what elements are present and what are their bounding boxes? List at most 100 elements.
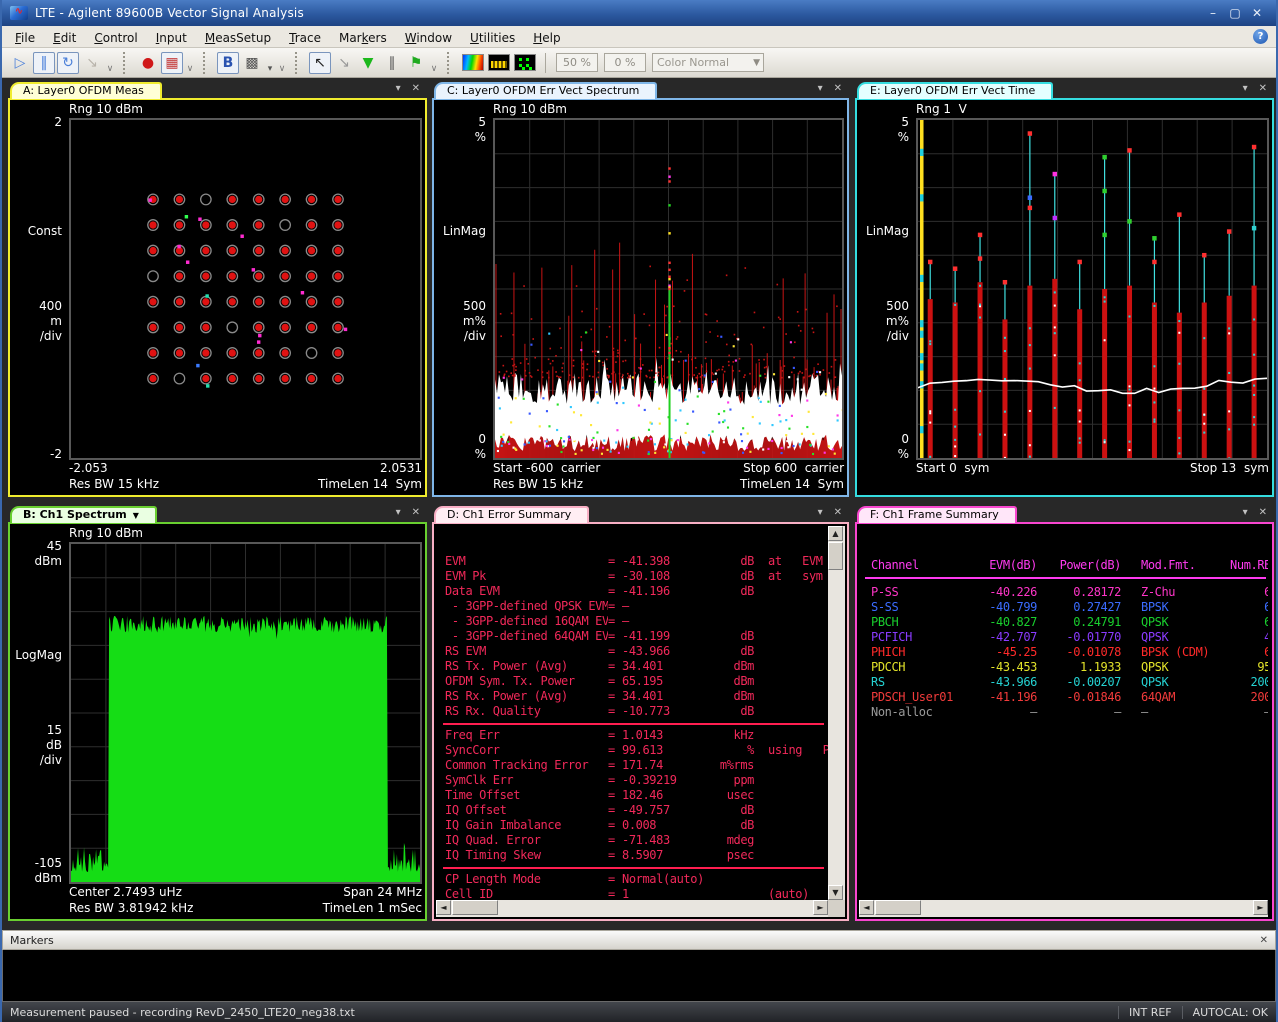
horizontal-scrollbar[interactable]: ◄ ► bbox=[436, 900, 828, 917]
x-axis-labels: Start 0 symStop 13 sym bbox=[916, 460, 1269, 493]
evm-time-plot[interactable] bbox=[916, 118, 1269, 460]
error-summary-row: IQ Timing Skew=8.5907psec bbox=[436, 848, 828, 863]
close-icon[interactable]: ✕ bbox=[834, 507, 842, 518]
trace-layout-icon[interactable]: ▩ bbox=[241, 52, 263, 74]
constellation-plot[interactable] bbox=[69, 118, 422, 460]
bold-b-icon[interactable]: B bbox=[217, 52, 239, 74]
select-cursor-icon[interactable]: ↖ bbox=[309, 52, 331, 74]
menu-window[interactable]: Window bbox=[396, 29, 461, 47]
band-power-icon[interactable]: ∥ bbox=[381, 52, 403, 74]
overflow-icon[interactable]: ∨ bbox=[429, 52, 439, 74]
move-cursor-icon[interactable]: ↘ bbox=[333, 52, 355, 74]
restart-icon[interactable]: ↻ bbox=[57, 52, 79, 74]
panel-ofdm-meas: A: Layer0 OFDM Meas ▾✕ Rng 10 dBm 2Const… bbox=[8, 82, 427, 497]
help-icon[interactable]: ? bbox=[1253, 29, 1268, 44]
menu-edit[interactable]: Edit bbox=[44, 29, 85, 47]
tab-err-vect-time[interactable]: E: Layer0 OFDM Err Vect Time bbox=[857, 82, 1053, 99]
close-icon[interactable]: ✕ bbox=[412, 83, 420, 94]
error-summary-row: - 3GPP-defined 16QAM EVM=— bbox=[436, 614, 828, 629]
table-row: PBCH-40.8270.24791QPSK6 bbox=[871, 615, 1268, 630]
vertical-scrollbar[interactable]: ▲ ▼ bbox=[828, 526, 845, 900]
markers-header: Markers ✕ bbox=[2, 930, 1276, 950]
horizontal-scrollbar[interactable]: ◄ ► bbox=[859, 900, 1268, 917]
panel-menu-icon[interactable]: ▾ bbox=[396, 83, 401, 94]
reference-status: INT REF bbox=[1129, 1006, 1172, 1019]
panel-menu-icon[interactable]: ▾ bbox=[818, 83, 823, 94]
overflow-icon[interactable]: ∨ bbox=[277, 52, 287, 74]
scrollbar-thumb[interactable] bbox=[452, 900, 498, 915]
close-icon[interactable]: ✕ bbox=[1259, 507, 1267, 518]
toolbar-grip[interactable] bbox=[295, 52, 303, 74]
menu-file[interactable]: File bbox=[6, 29, 44, 47]
maximize-icon[interactable]: ▢ bbox=[1224, 6, 1246, 20]
scroll-right-icon[interactable]: ► bbox=[1253, 900, 1268, 915]
toolbar-grip[interactable] bbox=[123, 52, 131, 74]
overflow-icon[interactable]: ∨ bbox=[185, 52, 195, 74]
toolbar-grip[interactable] bbox=[447, 52, 455, 74]
scroll-left-icon[interactable]: ◄ bbox=[436, 900, 451, 915]
close-icon[interactable]: ✕ bbox=[1246, 6, 1268, 20]
markers-body bbox=[2, 950, 1276, 1002]
trigger-icon[interactable]: ↘ bbox=[81, 52, 103, 74]
record-icon[interactable]: ● bbox=[137, 52, 159, 74]
scroll-up-icon[interactable]: ▲ bbox=[828, 526, 843, 541]
spectrum-display-icon[interactable] bbox=[488, 54, 510, 71]
tab-error-summary[interactable]: D: Ch1 Error Summary bbox=[434, 506, 589, 523]
close-icon[interactable]: ✕ bbox=[1259, 83, 1267, 94]
tab-ofdm-meas[interactable]: A: Layer0 OFDM Meas bbox=[10, 82, 162, 99]
marker-flag-icon[interactable]: ⚑ bbox=[405, 52, 427, 74]
menu-input[interactable]: Input bbox=[147, 29, 196, 47]
toolbar: ▷‖↻↘∨●▦∨B▩▾∨↖↘▼∥⚑∨ 50 % 0 % Color Normal… bbox=[2, 48, 1276, 78]
constellation-display-icon[interactable] bbox=[514, 54, 536, 71]
menu-meassetup[interactable]: MeasSetup bbox=[196, 29, 280, 47]
close-icon[interactable]: ✕ bbox=[412, 507, 420, 518]
minimize-icon[interactable]: – bbox=[1202, 6, 1224, 20]
menu-utilities[interactable]: Utilities bbox=[461, 29, 524, 47]
menu-trace[interactable]: Trace bbox=[280, 29, 330, 47]
scrollbar-thumb[interactable] bbox=[828, 542, 843, 570]
scroll-left-icon[interactable]: ◄ bbox=[859, 900, 874, 915]
close-icon[interactable]: ✕ bbox=[834, 83, 842, 94]
panel-frame-summary: F: Ch1 Frame Summary ▾✕ ChannelEVM(dB)Po… bbox=[855, 506, 1274, 921]
evm-spectrum-plot[interactable] bbox=[493, 118, 844, 460]
y-axis-labels: 2Const400 m /div-2 bbox=[13, 118, 69, 460]
x-axis-labels: -2.0532.0531 Res BW 15 kHzTimeLen 14 Sym bbox=[69, 460, 422, 493]
scroll-down-icon[interactable]: ▼ bbox=[828, 885, 843, 900]
marker-triangle-icon[interactable]: ▼ bbox=[357, 52, 379, 74]
color-mode-select[interactable]: Color Normal▼ bbox=[652, 53, 764, 72]
menu-control[interactable]: Control bbox=[85, 29, 146, 47]
spectrogram-icon[interactable] bbox=[462, 54, 484, 71]
panel-menu-icon[interactable]: ▾ bbox=[818, 507, 823, 518]
scroll-right-icon[interactable]: ► bbox=[813, 900, 828, 915]
toolbar-grip[interactable] bbox=[203, 52, 211, 74]
title-bar: ∿ LTE - Agilent 89600B Vector Signal Ana… bbox=[2, 0, 1276, 26]
overflow-icon[interactable]: ∨ bbox=[105, 52, 115, 74]
zoom-percent-field[interactable]: 50 % bbox=[556, 53, 598, 72]
tab-err-vect-spectrum[interactable]: C: Layer0 OFDM Err Vect Spectrum bbox=[434, 82, 657, 99]
toolbar-divider bbox=[545, 53, 546, 73]
error-summary-row: - 3GPP-defined 64QAM EVM=-41.199dB bbox=[436, 629, 828, 644]
tab-ch1-spectrum[interactable]: B: Ch1 Spectrum▼ bbox=[10, 506, 157, 523]
play-icon[interactable]: ▷ bbox=[9, 52, 31, 74]
layout-dropdown-icon[interactable]: ▾ bbox=[265, 52, 275, 74]
scrollbar-thumb[interactable] bbox=[875, 900, 921, 915]
menu-markers[interactable]: Markers bbox=[330, 29, 396, 47]
error-summary-row: - 3GPP-defined QPSK EVM=— bbox=[436, 599, 828, 614]
tab-frame-summary[interactable]: F: Ch1 Frame Summary bbox=[857, 506, 1017, 523]
error-summary-row: SymClk Err=-0.39219ppm bbox=[436, 773, 828, 788]
panel-menu-icon[interactable]: ▾ bbox=[396, 507, 401, 518]
recording-player-icon[interactable]: ▦ bbox=[161, 52, 183, 74]
spectrum-plot[interactable] bbox=[69, 542, 422, 884]
status-divider bbox=[1118, 1006, 1119, 1019]
y-axis-labels: 45 dBmLogMag15 dB /div-105 dBm bbox=[13, 542, 69, 884]
window-title: LTE - Agilent 89600B Vector Signal Analy… bbox=[35, 6, 1202, 20]
panel-menu-icon[interactable]: ▾ bbox=[1243, 83, 1248, 94]
error-summary-row: RS EVM=-43.966dB bbox=[436, 644, 828, 659]
extra-percent-field[interactable]: 0 % bbox=[604, 53, 646, 72]
close-icon[interactable]: ✕ bbox=[1260, 935, 1268, 946]
menu-help[interactable]: Help bbox=[524, 29, 569, 47]
panel-menu-icon[interactable]: ▾ bbox=[1243, 507, 1248, 518]
pause-icon[interactable]: ‖ bbox=[33, 52, 55, 74]
error-summary-table: EVM=-41.398dBat EVM WindowEVM Pk=-30.108… bbox=[436, 526, 828, 900]
error-summary-row: EVM Pk=-30.108dBat sym 5, sub bbox=[436, 569, 828, 584]
